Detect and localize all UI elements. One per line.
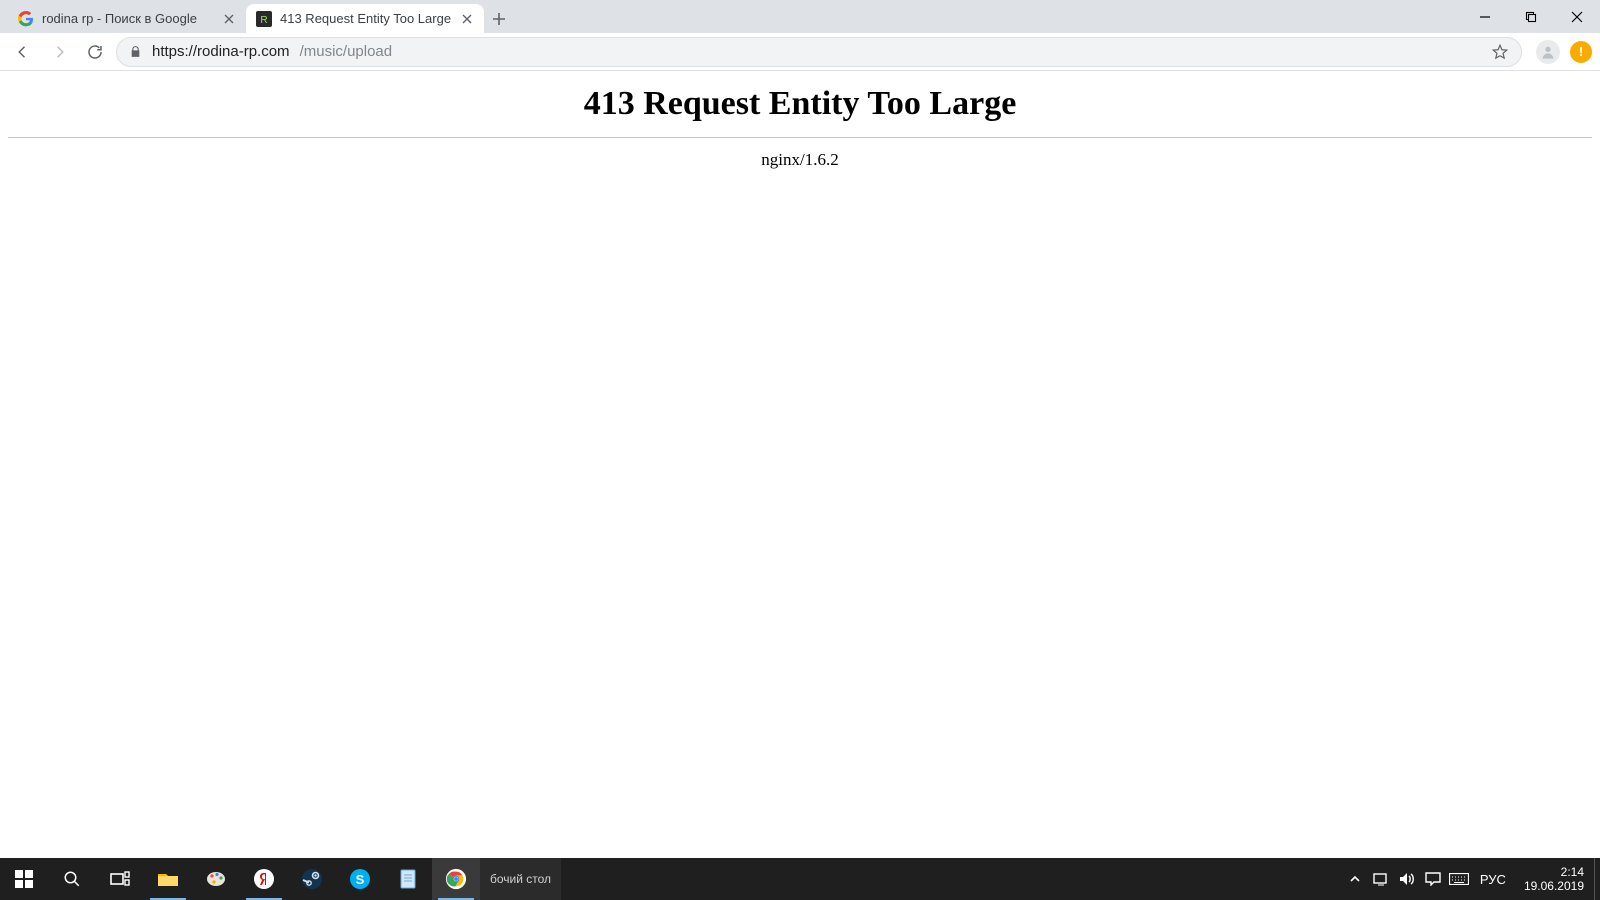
taskbar-app-skype[interactable]: S [336, 858, 384, 900]
taskbar-app-steam[interactable] [288, 858, 336, 900]
taskbar-app-notepad[interactable] [384, 858, 432, 900]
reload-button[interactable] [80, 37, 110, 67]
address-bar[interactable]: https://rodina-rp.com/music/upload [116, 37, 1522, 67]
taskbar-left: S бочий стол [0, 858, 561, 900]
google-favicon-icon [18, 11, 34, 27]
task-view-button[interactable] [96, 858, 144, 900]
window-controls [1462, 0, 1600, 33]
page-content: 413 Request Entity Too Large nginx/1.6.2 [0, 71, 1600, 170]
lock-icon [129, 45, 142, 58]
toolbar-right: ! [1528, 40, 1592, 64]
server-signature: nginx/1.6.2 [0, 150, 1600, 170]
close-icon[interactable] [222, 12, 236, 26]
clock-time: 2:14 [1561, 865, 1584, 879]
back-button[interactable] [8, 37, 38, 67]
profile-avatar-icon[interactable] [1536, 40, 1560, 64]
url-path: /music/upload [300, 43, 393, 60]
tray-overflow-icon[interactable] [1342, 858, 1368, 900]
taskbar-app-paint[interactable] [192, 858, 240, 900]
taskbar-app-file-explorer[interactable] [144, 858, 192, 900]
browser-tabstrip: rodina rp - Поиск в Google R 413 Request… [0, 0, 1600, 33]
profile-badge-icon[interactable]: ! [1570, 41, 1592, 63]
tab-title: rodina rp - Поиск в Google [42, 11, 214, 26]
show-desktop-button[interactable] [1594, 858, 1600, 900]
tab-google-search[interactable]: rodina rp - Поиск в Google [8, 4, 246, 33]
taskbar-clock[interactable]: 2:14 19.06.2019 [1514, 858, 1594, 900]
volume-icon[interactable] [1394, 858, 1420, 900]
url-host: https://rodina-rp.com [152, 43, 290, 60]
language-text: РУС [1480, 872, 1506, 887]
browser-toolbar: https://rodina-rp.com/music/upload ! [0, 33, 1600, 71]
tab-error-page[interactable]: R 413 Request Entity Too Large [246, 4, 484, 33]
taskbar-app-yandex[interactable] [240, 858, 288, 900]
bookmark-star-icon[interactable] [1491, 43, 1509, 61]
close-window-button[interactable] [1554, 0, 1600, 33]
tab-title: 413 Request Entity Too Large [280, 11, 452, 26]
windows-taskbar: S бочий стол РУС 2:14 [0, 858, 1600, 900]
start-button[interactable] [0, 858, 48, 900]
taskbar-app-chrome[interactable] [432, 858, 480, 900]
taskbar-right: РУС 2:14 19.06.2019 [1342, 858, 1600, 900]
clock-date: 19.06.2019 [1524, 879, 1584, 893]
network-icon[interactable] [1368, 858, 1394, 900]
desktop-peek-text: бочий стол [490, 872, 551, 886]
maximize-button[interactable] [1508, 0, 1554, 33]
site-favicon-icon: R [256, 11, 272, 27]
taskbar-desktop-peek-label[interactable]: бочий стол [480, 858, 561, 900]
new-tab-button[interactable] [484, 4, 514, 33]
close-icon[interactable] [460, 12, 474, 26]
svg-text:S: S [356, 872, 365, 887]
search-button[interactable] [48, 858, 96, 900]
keyboard-icon[interactable] [1446, 858, 1472, 900]
divider [8, 137, 1592, 138]
forward-button[interactable] [44, 37, 74, 67]
action-center-icon[interactable] [1420, 858, 1446, 900]
minimize-button[interactable] [1462, 0, 1508, 33]
error-heading: 413 Request Entity Too Large [0, 85, 1600, 123]
input-language[interactable]: РУС [1472, 858, 1514, 900]
svg-text:R: R [260, 15, 267, 26]
